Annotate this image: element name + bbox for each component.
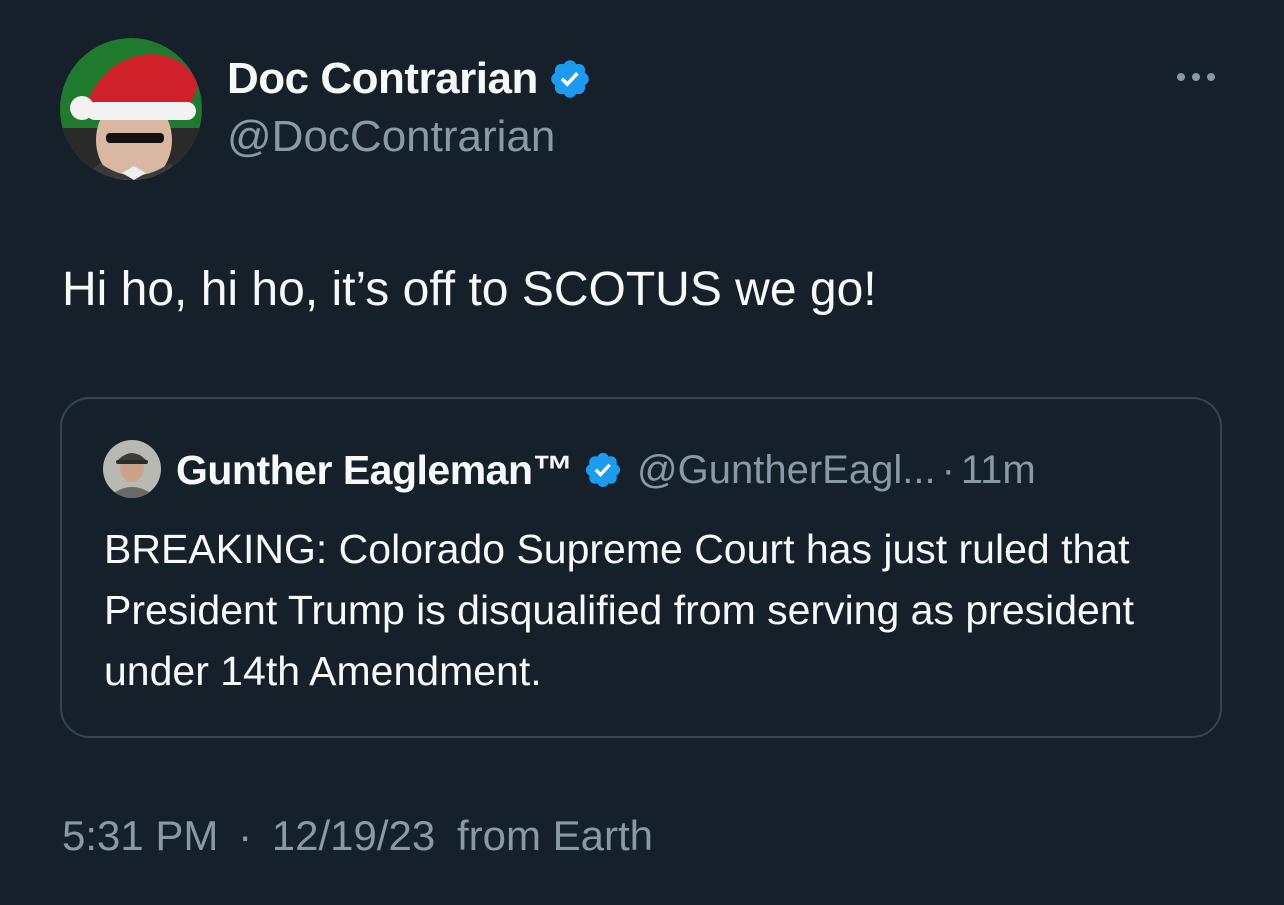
quoted-time: 11m	[960, 447, 1036, 492]
quoted-tweet-text: BREAKING: Colorado Supreme Court has jus…	[104, 526, 1135, 694]
quoted-tweet-header: Gunther Eagleman™ @GuntherEagl... · 11m	[176, 443, 1036, 497]
tweet: Doc Contrarian @DocContrarian Hi ho, hi …	[0, 0, 1284, 905]
quoted-author-avatar	[103, 440, 161, 498]
quoted-author-handle: @GuntherEagl...	[637, 447, 936, 492]
author-handle[interactable]: @DocContrarian	[227, 112, 555, 162]
tweet-metadata: 5:31 PM · 12/19/23 from Earth	[62, 812, 653, 860]
metadata-separator: ·	[238, 812, 253, 859]
verified-badge-icon	[551, 60, 589, 98]
author-avatar[interactable]	[60, 38, 202, 180]
quoted-verified-badge-icon	[585, 452, 621, 488]
more-horizontal-icon	[1177, 73, 1215, 81]
author-name[interactable]: Doc Contrarian	[227, 54, 538, 104]
tweet-source: from Earth	[456, 812, 653, 859]
tweet-time[interactable]: 5:31 PM	[62, 812, 218, 860]
quoted-author-name: Gunther Eagleman™	[176, 446, 574, 493]
author-name-row: Doc Contrarian	[227, 52, 592, 106]
quoted-tweet-card[interactable]: Gunther Eagleman™ @GuntherEagl... · 11m …	[60, 397, 1222, 738]
tweet-date[interactable]: 12/19/23	[272, 812, 436, 860]
tweet-text: Hi ho, hi ho, it’s off to SCOTUS we go!	[62, 263, 877, 316]
quoted-separator: ·	[941, 447, 955, 492]
more-button[interactable]	[1172, 62, 1220, 92]
